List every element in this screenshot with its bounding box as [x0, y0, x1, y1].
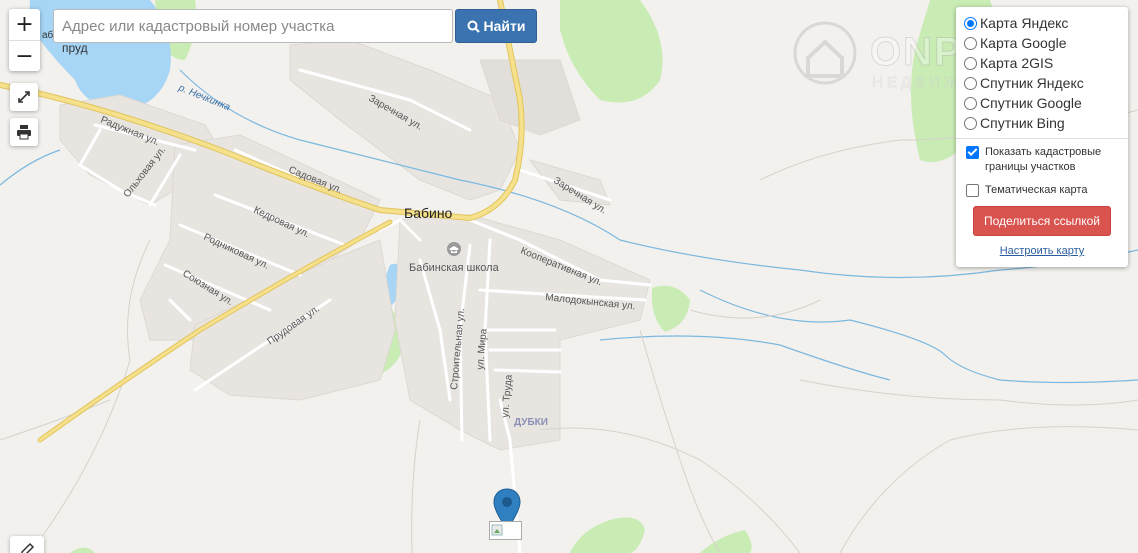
radio-button[interactable] — [964, 56, 977, 70]
layer-option-yandex-map[interactable]: Карта Яндекс — [964, 13, 1120, 33]
print-button[interactable] — [10, 118, 38, 146]
configure-map-link[interactable]: Настроить карту — [964, 245, 1120, 257]
layer-option-label: Карта 2GIS — [980, 55, 1054, 71]
cadastral-checkbox[interactable] — [966, 146, 979, 159]
school-label: Бабинская школа — [409, 262, 500, 274]
search-button[interactable]: Найти — [455, 9, 537, 43]
layer-option-google-satellite[interactable]: Спутник Google — [964, 93, 1120, 113]
street — [493, 368, 562, 374]
town-label: Бабино — [404, 205, 453, 221]
thematic-label: Тематическая карта — [985, 184, 1088, 196]
printer-icon — [17, 125, 31, 140]
thematic-checkbox[interactable] — [966, 184, 979, 197]
zoom-control: + − — [9, 9, 40, 71]
expand-icon — [18, 91, 30, 103]
district-label: ДУБКИ — [514, 417, 548, 428]
layer-option-bing-satellite[interactable]: Спутник Bing — [964, 113, 1120, 133]
radio-button[interactable] — [964, 36, 977, 50]
search-icon — [467, 20, 480, 33]
image-placeholder-icon — [491, 524, 503, 536]
thematic-toggle[interactable]: Тематическая карта — [964, 183, 1120, 198]
pond-label: пруд — [62, 41, 88, 55]
edit-tool-button[interactable] — [10, 536, 44, 553]
radio-button[interactable] — [964, 76, 977, 90]
search-input[interactable] — [53, 9, 453, 43]
radio-button[interactable] — [964, 16, 977, 30]
radio-button[interactable] — [964, 96, 977, 110]
zoom-out-button[interactable]: − — [9, 40, 40, 71]
broken-image-icon — [489, 521, 522, 540]
layer-option-2gis-map[interactable]: Карта 2GIS — [964, 53, 1120, 73]
layer-option-label: Спутник Bing — [980, 115, 1065, 131]
fullscreen-button[interactable] — [10, 83, 38, 111]
share-link-button[interactable]: Поделиться ссылкой — [973, 206, 1111, 236]
cadastral-toggle[interactable]: Показать кадастровые границы участков — [964, 145, 1120, 175]
layers-panel: Карта Яндекс Карта Google Карта 2GIS Спу… — [956, 7, 1128, 267]
layer-option-label: Спутник Google — [980, 95, 1082, 111]
layer-option-google-map[interactable]: Карта Google — [964, 33, 1120, 53]
layer-option-yandex-satellite[interactable]: Спутник Яндекс — [964, 73, 1120, 93]
pond-prefix-label: аб — [42, 29, 54, 41]
radio-button[interactable] — [964, 116, 977, 130]
divider — [956, 138, 1128, 139]
cadastral-label: Показать кадастровые границы участков — [985, 146, 1102, 173]
layer-option-label: Карта Google — [980, 35, 1067, 51]
search-button-label: Найти — [483, 18, 526, 34]
pencil-icon — [21, 542, 35, 553]
layer-option-label: Карта Яндекс — [980, 15, 1069, 31]
layer-option-label: Спутник Яндекс — [980, 75, 1084, 91]
zoom-in-button[interactable]: + — [9, 9, 40, 40]
